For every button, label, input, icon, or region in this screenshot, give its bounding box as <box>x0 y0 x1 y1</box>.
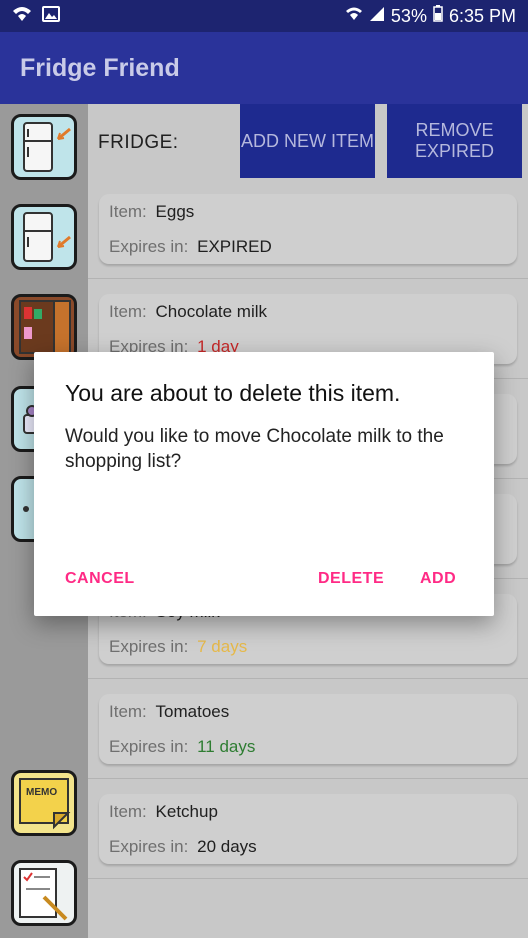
expires-label: Expires in: <box>109 237 189 256</box>
item-label: Item: <box>109 802 147 821</box>
expires-label: Expires in: <box>109 637 189 656</box>
item-name: Ketchup <box>155 802 218 821</box>
dialog-title: You are about to delete this item. <box>65 380 401 406</box>
battery-icon <box>433 5 443 27</box>
item-name: Tomatoes <box>155 702 230 721</box>
svg-text:MEMO: MEMO <box>26 787 57 798</box>
divider <box>88 778 528 779</box>
pantry-icon[interactable] <box>11 294 77 360</box>
expires-label: Expires in: <box>109 837 189 856</box>
wifi-call-icon <box>12 5 32 28</box>
wifi-icon <box>345 6 363 27</box>
expires-label: Expires in: <box>109 737 189 756</box>
remove-expired-button[interactable]: REMOVE EXPIRED <box>387 104 522 178</box>
expires-value: 11 days <box>197 737 256 756</box>
delete-item-dialog: You are about to delete this item. Would… <box>34 352 494 616</box>
battery-percent: 53% <box>390 5 427 26</box>
status-bar: 53% 6:35 PM <box>0 0 528 32</box>
add-new-item-button[interactable]: ADD NEW ITEM <box>240 104 375 178</box>
divider <box>88 678 528 679</box>
shopping-list-icon[interactable] <box>11 860 77 926</box>
item-name: Eggs <box>155 202 195 221</box>
expires-value: 7 days <box>197 637 248 656</box>
expires-value: EXPIRED <box>197 237 272 256</box>
item-label: Item: <box>109 702 147 721</box>
freezer-icon[interactable] <box>11 204 77 270</box>
dialog-message: Would you like to move Chocolate milk to… <box>65 426 444 472</box>
cancel-button[interactable]: CANCEL <box>65 570 135 588</box>
app-title: Fridge Friend <box>20 53 180 82</box>
expires-value: 20 days <box>197 837 257 856</box>
item-label: Item: <box>109 302 147 321</box>
item-name: Chocolate milk <box>155 302 268 321</box>
fridge-icon[interactable] <box>11 114 77 180</box>
divider <box>88 278 528 279</box>
app-bar: Fridge Friend <box>0 32 528 104</box>
list-item[interactable]: Item: Ketchup Expires in: 20 days <box>99 794 517 864</box>
add-to-shopping-list-button[interactable]: ADD <box>420 570 456 588</box>
list-item[interactable]: Item: Eggs Expires in: EXPIRED <box>99 194 517 264</box>
signal-icon <box>369 6 385 27</box>
image-icon <box>42 5 60 27</box>
fridge-header: FRIDGE: ADD NEW ITEM REMOVE EXPIRED <box>88 104 528 184</box>
item-label: Item: <box>109 202 147 221</box>
divider <box>88 878 528 879</box>
memo-icon[interactable]: MEMO <box>11 770 77 836</box>
fridge-label: FRIDGE: <box>98 132 179 153</box>
clock: 6:35 PM <box>448 5 516 26</box>
list-item[interactable]: Item: Tomatoes Expires in: 11 days <box>99 694 517 764</box>
delete-button[interactable]: DELETE <box>318 570 384 588</box>
